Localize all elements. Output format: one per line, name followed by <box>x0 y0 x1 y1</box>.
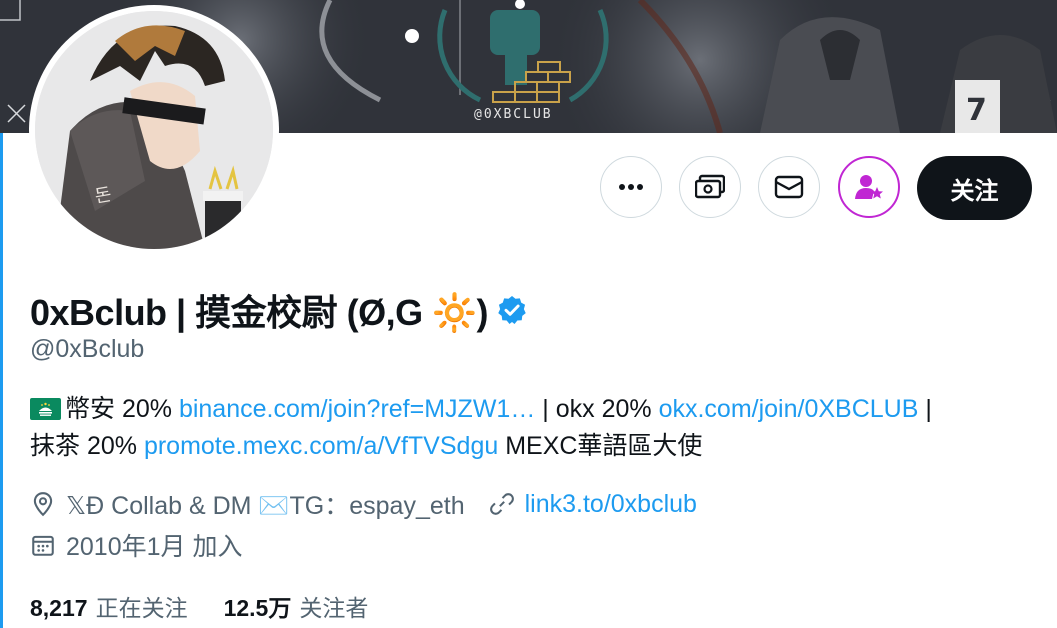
profile-bio: 幣安 20% binance.com/join?ref=MJZW1… | okx… <box>30 391 1030 465</box>
follow-stats: 8,217 正在关注 12.5万 关注者 <box>30 589 404 623</box>
profile-name-row: 0xBclub | 摸金校尉 (Ø,G 🔆) <box>30 284 528 336</box>
link-icon <box>489 491 515 517</box>
bio-line-2: 抹茶 20% promote.mexc.com/a/VfTVSdgu MEXC華… <box>30 428 1030 465</box>
verified-badge-icon[interactable] <box>496 294 528 326</box>
left-accent-rule <box>0 133 3 628</box>
joined-date: 2010年1月 加入 <box>66 533 243 561</box>
banner-handle-text: @0XBCLUB <box>474 107 553 122</box>
notifications-button[interactable] <box>838 156 900 218</box>
bio-separator: | <box>925 395 932 423</box>
avatar-image: 돈 <box>35 11 273 249</box>
profile-meta-row: 𝕏Đ Collab & DM ✉️TG：espay_eth link3.to/0… <box>30 486 697 522</box>
bio-line-1: 幣安 20% binance.com/join?ref=MJZW1… | okx… <box>30 391 1030 428</box>
website-link[interactable]: link3.to/0xbclub <box>525 490 697 519</box>
binance-link[interactable]: binance.com/join?ref=MJZW1… <box>179 395 535 423</box>
location-text: 𝕏Đ Collab & DM ✉️TG：espay_eth <box>66 492 465 520</box>
okx-link[interactable]: okx.com/join/0XBCLUB <box>659 395 919 423</box>
followers-label: 关注者 <box>299 595 369 621</box>
following-label: 正在关注 <box>95 595 188 621</box>
money-icon <box>695 174 725 199</box>
calendar-icon <box>30 532 56 558</box>
location-icon <box>30 491 56 517</box>
bio-okx-text: | okx 20% <box>542 395 652 423</box>
svg-text:7: 7 <box>966 93 987 128</box>
bio-mexc-text: 抹茶 20% <box>30 432 137 460</box>
person-star-icon <box>855 175 883 199</box>
mail-icon <box>774 175 804 199</box>
profile-avatar[interactable]: 돈 <box>29 5 279 255</box>
profile-joined-row: 2010年1月 加入 <box>30 527 242 563</box>
follow-button[interactable]: 关注 <box>917 156 1032 220</box>
more-icon <box>619 184 643 190</box>
followers-stat[interactable]: 12.5万 关注者 <box>224 589 369 623</box>
macau-flag-icon <box>30 398 61 420</box>
display-name: 0xBclub | 摸金校尉 (Ø,G 🔆) <box>30 292 488 333</box>
subscribe-button[interactable] <box>679 156 741 218</box>
more-options-button[interactable] <box>600 156 662 218</box>
mexc-link[interactable]: promote.mexc.com/a/VfTVSdgu <box>144 432 498 460</box>
bio-binance-text: 幣安 20% <box>65 395 172 423</box>
message-button[interactable] <box>758 156 820 218</box>
followers-count: 12.5万 <box>223 595 292 621</box>
following-count: 8,217 <box>30 595 88 621</box>
following-stat[interactable]: 8,217 正在关注 <box>30 589 188 623</box>
profile-handle: @0xBclub <box>30 335 145 363</box>
bio-mexc-suffix: MEXC華語區大使 <box>505 432 703 460</box>
